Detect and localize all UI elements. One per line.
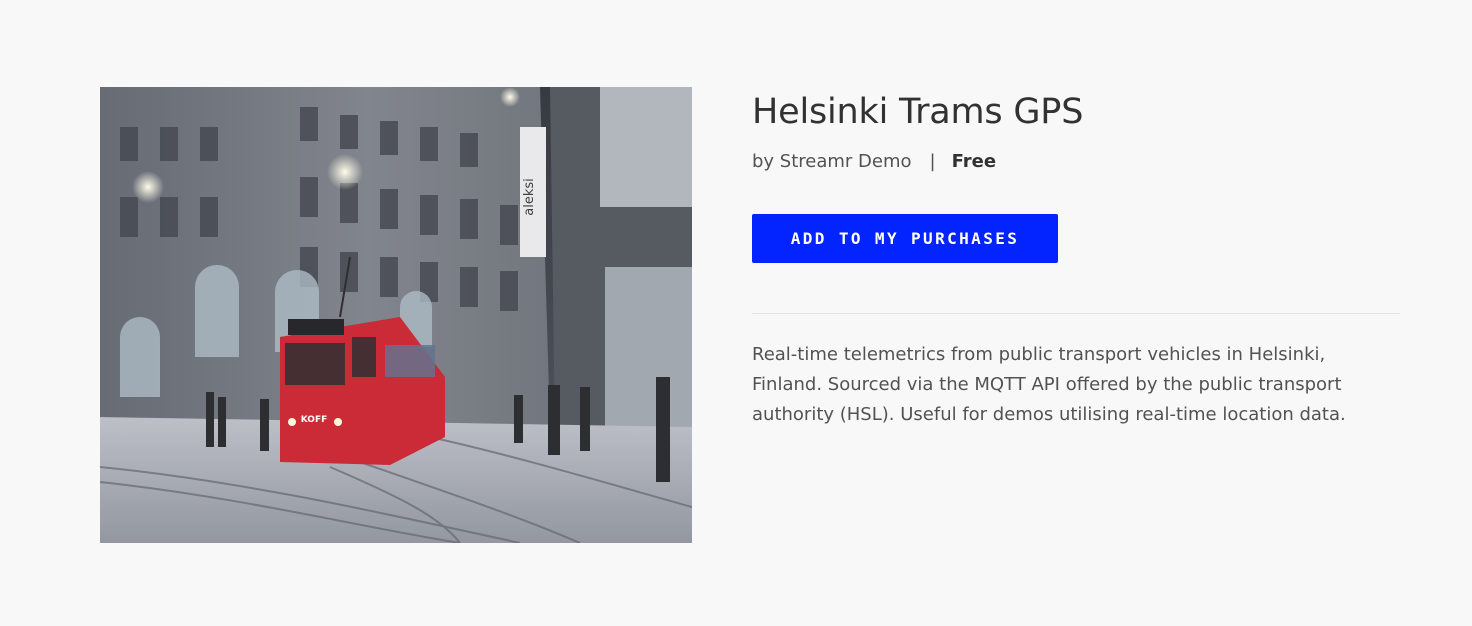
product-page: aleksi KOFF Helsinki Trams GPS by Stream…: [0, 0, 1472, 626]
product-image: aleksi KOFF: [100, 87, 692, 543]
section-divider: [752, 313, 1400, 314]
add-to-purchases-button[interactable]: ADD TO MY PURCHASES: [752, 214, 1058, 263]
product-author: by Streamr Demo: [752, 151, 912, 172]
meta-separator: |: [929, 151, 936, 172]
product-price: Free: [951, 151, 997, 172]
product-description: Real-time telemetrics from public transp…: [752, 344, 1346, 425]
product-title: Helsinki Trams GPS: [752, 92, 1084, 132]
product-meta: by Streamr Demo | Free: [752, 150, 1400, 174]
product-details: Helsinki Trams GPS by Streamr Demo | Fre…: [752, 88, 1400, 430]
